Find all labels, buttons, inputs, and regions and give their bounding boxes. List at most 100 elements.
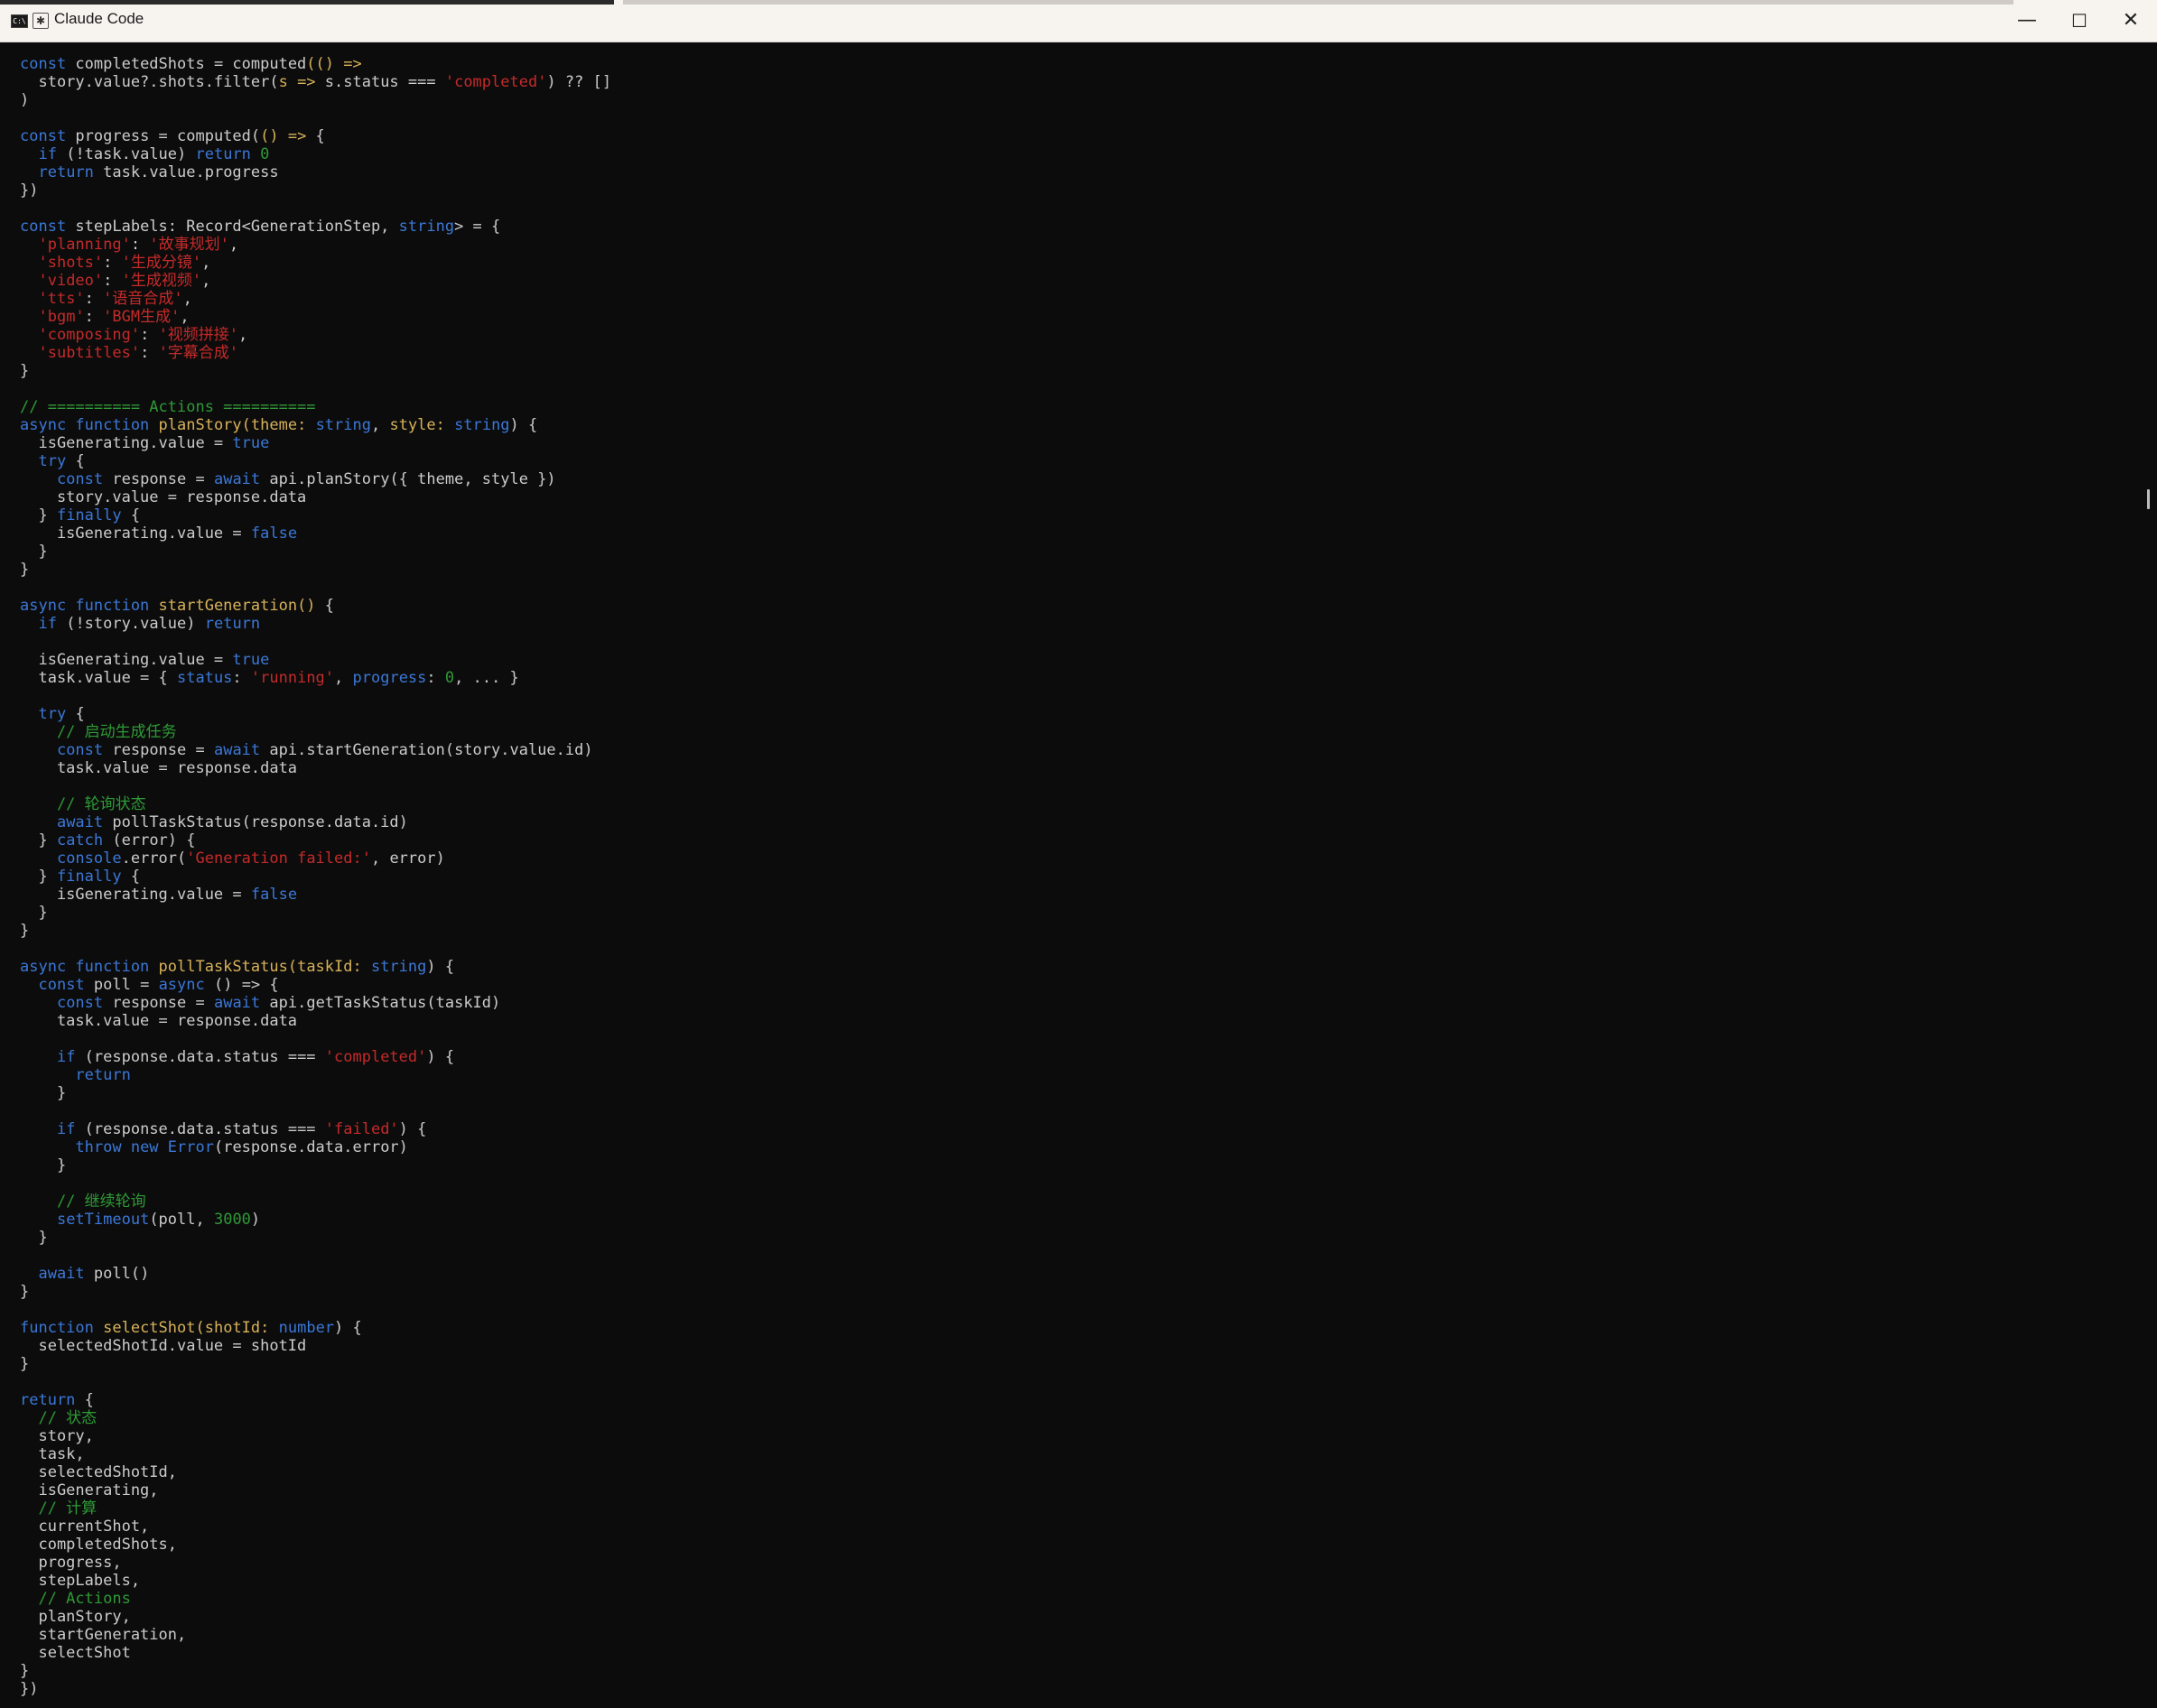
code-token: } (20, 1229, 48, 1247)
code-token: await (213, 470, 261, 488)
code-token: '生成视频' (121, 272, 202, 290)
code-line: ) (20, 91, 611, 109)
code-line: currentShot, (20, 1518, 611, 1536)
code-line: } (20, 543, 611, 561)
code-token: story.value = response.data (20, 488, 307, 506)
scrollbar-thumb[interactable] (2147, 489, 2150, 509)
code-token: const (38, 976, 85, 994)
code-token: 'tts' (38, 290, 85, 308)
code-token: stepLabels: Record<GenerationStep, (75, 218, 399, 236)
minimize-button[interactable]: — (2001, 0, 2053, 42)
code-token: , ... } (454, 669, 519, 687)
code-line: const progress = computed(() => { (20, 127, 611, 145)
code-token: string (315, 416, 371, 434)
code-token: isGenerating.value = (20, 886, 251, 904)
code-token: { (121, 868, 141, 886)
code-token: const (56, 994, 104, 1012)
window-titlebar[interactable]: C:\ ✱ Claude Code — ☐ ✕ (0, 0, 2157, 42)
code-line: } (20, 362, 611, 380)
scrollbar[interactable] (2142, 42, 2157, 1708)
code-token: isGenerating, (20, 1481, 159, 1499)
code-line: // 轮询状态 (20, 795, 611, 813)
code-token: console (56, 849, 122, 868)
code-token: : (84, 308, 104, 326)
code-token: selectShot (103, 1319, 196, 1337)
code-token: if (56, 1048, 76, 1066)
code-token: planStory, (20, 1608, 131, 1626)
code-token: progress = computed( (75, 127, 261, 145)
maximize-button[interactable]: ☐ (2053, 0, 2106, 42)
code-token: ) (20, 91, 30, 109)
code-token: startGeneration (158, 597, 298, 615)
code-token: : (130, 236, 150, 254)
code-token: // 继续轮询 (20, 1193, 146, 1211)
code-line: isGenerating.value = true (20, 434, 611, 452)
code-token: story.value?.shots.filter( (20, 73, 279, 91)
code-line: function selectShot(shotId: number) { (20, 1319, 611, 1337)
code-token: ) ?? [] (546, 73, 612, 91)
code-line: return { (20, 1391, 611, 1409)
code-line: 'video': '生成视频', (20, 272, 611, 290)
code-token: response = (103, 994, 214, 1012)
code-token: , (201, 254, 211, 272)
code-line: const stepLabels: Record<GenerationStep,… (20, 218, 611, 236)
terminal-output[interactable]: const completedShots = computed(() => st… (0, 42, 2142, 1708)
code-line: selectShot (20, 1644, 611, 1662)
code-token: 'bgm' (38, 308, 85, 326)
code-token: { (121, 506, 141, 524)
code-token: 'Generation failed:' (186, 849, 371, 868)
code-token: completedShots = computed (75, 55, 307, 73)
code-token: (response.data.status === (75, 1120, 325, 1138)
code-token: const (20, 127, 76, 145)
code-token: , error) (370, 849, 445, 868)
code-token: } (20, 1084, 67, 1102)
code-token: string (454, 416, 510, 434)
code-token: , (201, 272, 211, 290)
code-line: console.error('Generation failed:', erro… (20, 849, 611, 868)
code-token: } (20, 1662, 30, 1680)
code-token: , (238, 326, 248, 344)
code-line: 'composing': '视频拼接', (20, 326, 611, 344)
code-token: return (20, 1391, 76, 1409)
code-line: try { (20, 705, 611, 723)
code-line: return (20, 1066, 611, 1084)
code-line: await poll() (20, 1265, 611, 1283)
code-token: } (20, 904, 48, 922)
code-token: const (56, 470, 104, 488)
code-token: return (38, 163, 94, 181)
close-button[interactable]: ✕ (2105, 0, 2157, 42)
code-token: // ========== Actions ========== (20, 398, 316, 416)
code-line: task.value = { status: 'running', progre… (20, 669, 611, 687)
code-token: // 计算 (20, 1499, 98, 1518)
code-token: } (20, 1283, 30, 1301)
code-token: // 状态 (20, 1409, 98, 1427)
code-line: const completedShots = computed(() => (20, 55, 611, 73)
taskbar-edge-strip-light (623, 0, 2013, 5)
code-token: ) { (334, 1319, 362, 1337)
code-token: // Actions (20, 1590, 131, 1608)
code-token: } (20, 1156, 67, 1174)
code-token: '视频拼接' (158, 326, 239, 344)
code-line: stepLabels, (20, 1572, 611, 1590)
code-token: => (287, 73, 316, 91)
code-token: async function (20, 597, 159, 615)
code-token: if (38, 615, 57, 633)
code-token: task.value.progress (93, 163, 279, 181)
code-token: shotId: (204, 1319, 279, 1337)
code-token: (error) { (103, 831, 196, 849)
code-token: ) { (426, 1048, 455, 1066)
code-token: const (56, 741, 104, 759)
code-token: s.status === (315, 73, 445, 91)
code-token: 'completed' (444, 73, 547, 91)
code-token: { (315, 597, 335, 615)
code-token: 0 (444, 669, 455, 687)
